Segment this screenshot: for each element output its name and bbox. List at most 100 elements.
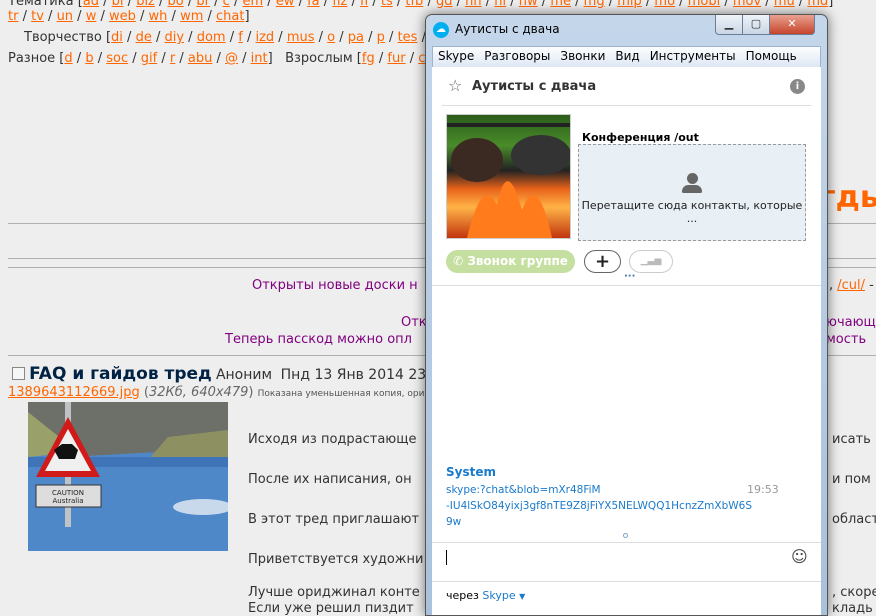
thumb-note: Показана уменьшенная копия, ори xyxy=(257,389,425,399)
board-link-tr[interactable]: tr xyxy=(8,9,18,24)
message-text[interactable]: skype:?chat&blob=mXr48FiM -IU4lSkO84yixj… xyxy=(446,482,752,530)
board-link-pa[interactable]: pa xyxy=(348,30,364,45)
post-paragraph: После их написания, он xyxy=(248,472,412,487)
board-link-p[interactable]: p xyxy=(377,30,385,45)
board-link-md[interactable]: md xyxy=(807,0,828,9)
contact-dropzone[interactable]: Перетащите сюда контакты, которые ... xyxy=(578,144,806,241)
board-link-izd[interactable]: izd xyxy=(255,30,274,45)
board-link-fl[interactable]: fl xyxy=(360,0,368,9)
resize-handle[interactable] xyxy=(623,533,628,538)
post-thumbnail[interactable]: CAUTION Australia xyxy=(28,402,228,551)
board-link-fiz[interactable]: fiz xyxy=(332,0,347,9)
post-paragraph: В этот тред приглашают xyxy=(248,512,420,527)
board-link-soc[interactable]: soc xyxy=(106,51,128,66)
call-group-button[interactable]: ✆ Звонок группе xyxy=(446,250,575,273)
info-icon[interactable]: i xyxy=(790,79,805,94)
board-link-ts[interactable]: ts xyxy=(381,0,393,9)
menu-skype[interactable]: Skype xyxy=(433,47,479,63)
board-link-br[interactable]: br xyxy=(196,0,210,9)
board-link-b[interactable]: b xyxy=(85,51,93,66)
board-link-fur[interactable]: fur xyxy=(387,51,405,66)
board-link-r[interactable]: r xyxy=(170,51,175,66)
emoticon-icon[interactable]: ☺ xyxy=(791,547,808,566)
menu-view[interactable]: Вид xyxy=(610,47,644,63)
board-link-diy[interactable]: diy xyxy=(164,30,184,45)
board-link-bo[interactable]: bo xyxy=(168,0,184,9)
post-paragraph: Приветствуется художни xyxy=(248,552,424,567)
board-link-ad[interactable]: ad xyxy=(83,0,99,9)
board-link-me[interactable]: me xyxy=(550,0,571,9)
sign-text: Australia xyxy=(53,497,84,505)
board-link-hh[interactable]: hh xyxy=(465,0,481,9)
board-link-f[interactable]: f xyxy=(238,30,243,45)
star-icon[interactable]: ☆ xyxy=(448,76,462,95)
add-participant-button[interactable]: + xyxy=(584,250,621,273)
board-link-mus[interactable]: mus xyxy=(287,30,315,45)
via-selector[interactable]: через Skype ▼ xyxy=(446,589,525,602)
text-cursor xyxy=(446,550,447,565)
board-link-at[interactable]: @ xyxy=(225,51,238,66)
post-paragraph: Лучше ориджинал конте xyxy=(248,585,420,600)
board-link-mu[interactable]: mu xyxy=(774,0,795,9)
board-link-dom[interactable]: dom xyxy=(197,30,226,45)
board-link-biz[interactable]: biz xyxy=(136,0,155,9)
chat-header: ☆ Аутисты с двача i xyxy=(442,67,811,106)
board-link-em[interactable]: em xyxy=(242,0,263,9)
board-link-un[interactable]: un xyxy=(57,9,73,24)
board-link-wh[interactable]: wh xyxy=(149,9,168,24)
close-button[interactable]: ✕ xyxy=(769,15,815,35)
board-link-gd[interactable]: gd xyxy=(436,0,453,9)
board-link-web[interactable]: web xyxy=(109,9,136,24)
nav-line-topics-cont: tr / tv / un / w / web / wh / wm / chat] xyxy=(8,9,250,24)
board-link-hi[interactable]: hi xyxy=(494,0,506,9)
message-input[interactable]: ☺ xyxy=(432,543,821,581)
board-link-mlp[interactable]: mlp xyxy=(617,0,642,9)
sign-text: CAUTION xyxy=(52,489,84,497)
board-link-bi[interactable]: bi xyxy=(112,0,124,9)
board-link-fg[interactable]: fg xyxy=(362,51,375,66)
board-link-chat[interactable]: chat xyxy=(216,9,244,24)
conference-avatar[interactable] xyxy=(446,114,571,239)
board-link-w[interactable]: w xyxy=(86,9,97,24)
menu-help[interactable]: Помощь xyxy=(741,47,802,63)
board-link-mo[interactable]: mo xyxy=(654,0,675,9)
post-paragraph: Если уже решил пиздит xyxy=(248,601,414,616)
maximize-button[interactable]: ▢ xyxy=(742,15,770,35)
board-link-mov[interactable]: mov xyxy=(733,0,761,9)
board-link-wm[interactable]: wm xyxy=(180,9,203,24)
skype-logo-icon: ☁ xyxy=(433,22,449,38)
call-quality-icon: ▁▃▅ xyxy=(629,250,673,273)
menu-bar: Skype Разговоры Звонки Вид Инструменты Помощь xyxy=(432,46,821,68)
post-author: Аноним xyxy=(215,367,273,383)
title-bar[interactable]: ☁ Аутисты с двача ▁ ▢ ✕ xyxy=(426,15,827,43)
file-link[interactable]: 1389643112669.jpg xyxy=(8,385,140,400)
resize-handle[interactable]: ··· xyxy=(624,271,635,282)
menu-conversations[interactable]: Разговоры xyxy=(479,47,555,63)
menu-calls[interactable]: Звонки xyxy=(555,47,610,63)
board-link-di[interactable]: di xyxy=(111,30,123,45)
phone-icon: ✆ xyxy=(453,254,464,268)
message-sender: System xyxy=(446,465,496,479)
post-paragraph-tail: , скоре xyxy=(832,585,876,600)
board-link-fa[interactable]: fa xyxy=(307,0,320,9)
notice-link-cul[interactable]: , /cul/ - xyxy=(829,278,874,293)
message-time: 19:53 xyxy=(747,483,779,496)
board-link-int[interactable]: int xyxy=(251,51,268,66)
board-link-gif[interactable]: gif xyxy=(141,51,157,66)
post-checkbox[interactable] xyxy=(12,367,25,380)
notice-passcode-tail: мость xyxy=(826,332,867,347)
board-link-abu[interactable]: abu xyxy=(188,51,212,66)
board-link-mg[interactable]: mg xyxy=(584,0,605,9)
board-link-de[interactable]: de xyxy=(136,30,152,45)
board-link-o[interactable]: o xyxy=(327,30,335,45)
board-link-tes[interactable]: tes xyxy=(398,30,418,45)
board-link-tfb[interactable]: tfb xyxy=(405,0,423,9)
board-link-c[interactable]: c xyxy=(223,0,230,9)
menu-tools[interactable]: Инструменты xyxy=(645,47,741,63)
board-link-ew[interactable]: ew xyxy=(276,0,295,9)
board-link-hw[interactable]: hw xyxy=(519,0,538,9)
board-link-d[interactable]: d xyxy=(64,51,72,66)
board-link-mobi[interactable]: mobi xyxy=(688,0,720,9)
minimize-button[interactable]: ▁ xyxy=(715,15,743,35)
board-link-tv[interactable]: tv xyxy=(31,9,44,24)
